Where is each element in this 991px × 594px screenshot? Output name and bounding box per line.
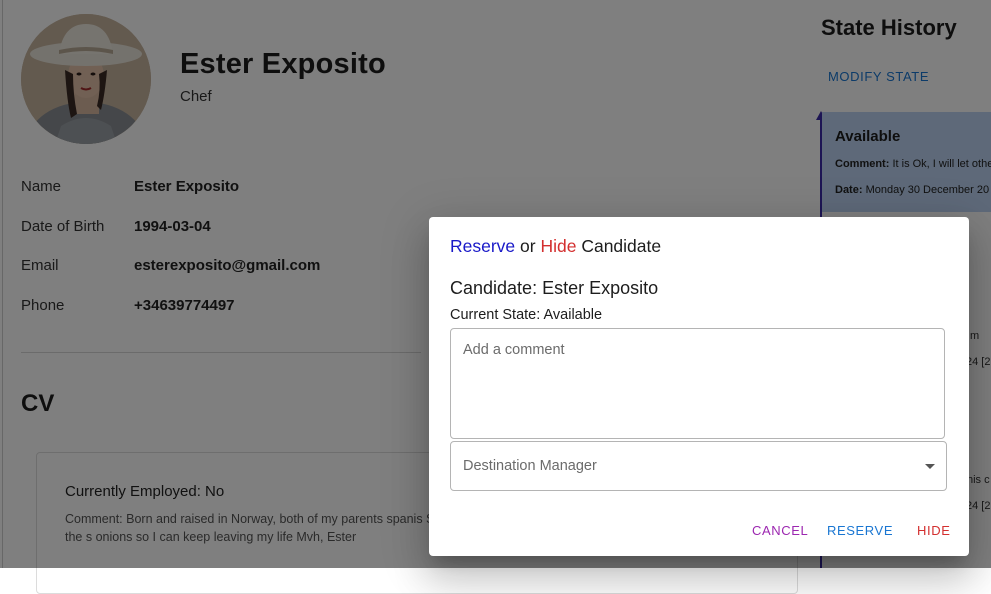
dialog-current-state: Current State: Available bbox=[450, 307, 603, 323]
hide-button[interactable]: HIDE bbox=[911, 519, 956, 542]
destination-manager-label: Destination Manager bbox=[463, 458, 597, 474]
cancel-button[interactable]: CANCEL bbox=[746, 519, 814, 542]
dialog-candidate-name: Candidate: Ester Exposito bbox=[450, 278, 659, 298]
destination-manager-select[interactable]: Destination Manager bbox=[450, 441, 947, 491]
dropdown-arrow-icon bbox=[925, 464, 935, 469]
reserve-button[interactable]: RESERVE bbox=[821, 519, 899, 542]
comment-input[interactable] bbox=[450, 328, 945, 439]
dialog-title: Reserve or Hide Candidate bbox=[450, 236, 662, 256]
reserve-hide-dialog: Reserve or Hide Candidate Candidate: Est… bbox=[429, 217, 969, 556]
